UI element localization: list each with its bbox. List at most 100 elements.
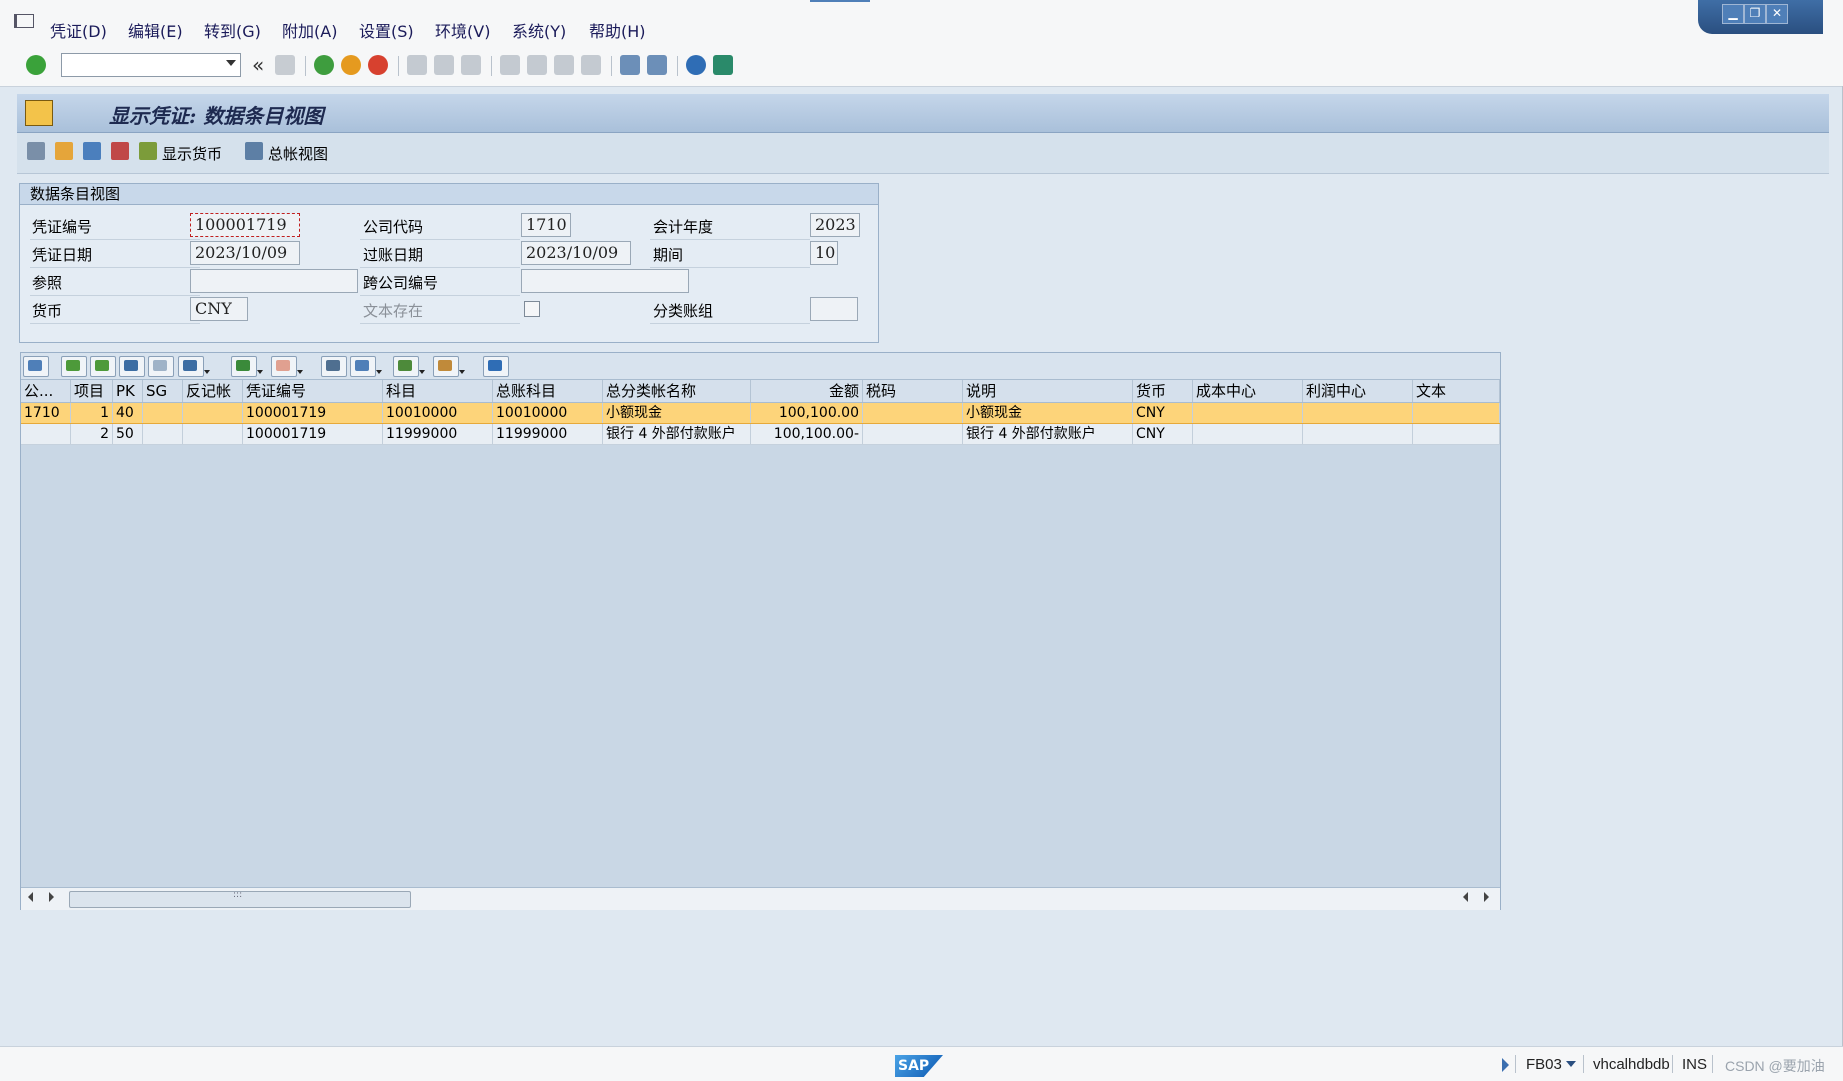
horizontal-scrollbar[interactable]: ::: — [21, 887, 1500, 910]
application-toolbar: 显示货币 总帐视图 — [17, 133, 1829, 174]
scrollbar-thumb[interactable]: ::: — [69, 890, 411, 908]
cell-profit-center — [1303, 424, 1413, 444]
details-icon[interactable] — [23, 356, 49, 377]
doc-date-field[interactable]: 2023/10/09 — [190, 241, 300, 265]
column-header-gl-name[interactable]: 总分类帐名称 — [603, 380, 751, 402]
menu-help[interactable]: 帮助(H) — [589, 18, 646, 42]
menu-voucher[interactable]: 凭证(D) — [50, 18, 107, 42]
menu-settings[interactable]: 设置(S) — [359, 18, 414, 42]
display-change-icon[interactable] — [27, 142, 45, 160]
sum-icon[interactable] — [231, 356, 263, 377]
ledger-group-field[interactable] — [810, 297, 858, 321]
header-icon[interactable] — [111, 142, 129, 160]
column-header-currency[interactable]: 货币 — [1133, 380, 1193, 402]
close-icon[interactable]: ✕ — [1766, 4, 1788, 24]
print-icon[interactable] — [407, 55, 427, 75]
watermark: CSDN @要加油 — [1725, 1058, 1825, 1074]
cell-sg — [143, 403, 183, 423]
find-icon[interactable] — [434, 55, 454, 75]
reference-field[interactable] — [190, 269, 358, 293]
field-underline — [650, 239, 810, 240]
cancel-icon[interactable] — [368, 55, 388, 75]
filter-icon[interactable] — [178, 356, 210, 377]
column-header-sg[interactable]: SG — [143, 380, 183, 402]
transaction-code[interactable]: FB03 — [1526, 1056, 1562, 1073]
gl-view-button[interactable]: 总帐视图 — [268, 143, 328, 164]
last-page-icon[interactable] — [581, 55, 601, 75]
save-icon[interactable] — [275, 55, 295, 75]
exit-icon[interactable] — [341, 55, 361, 75]
column-header-gl-account[interactable]: 总账科目 — [493, 380, 603, 402]
sort-ascending-icon[interactable] — [61, 356, 87, 377]
next-page-icon[interactable] — [554, 55, 574, 75]
menu-extras[interactable]: 附加(A) — [282, 18, 337, 42]
doc-number-label: 凭证编号 — [32, 218, 93, 236]
chevron-down-icon[interactable] — [226, 60, 236, 66]
view-icon[interactable] — [350, 356, 382, 377]
print-icon[interactable] — [321, 356, 347, 377]
customize-layout-icon[interactable] — [713, 55, 733, 75]
find-icon[interactable] — [119, 356, 145, 377]
scroll-left-icon[interactable] — [1463, 892, 1468, 902]
currency-icon[interactable] — [139, 142, 157, 160]
show-currency-button[interactable]: 显示货币 — [162, 143, 222, 164]
help-icon[interactable] — [686, 55, 706, 75]
first-page-icon[interactable] — [500, 55, 520, 75]
restore-icon[interactable]: ❐ — [1744, 4, 1766, 24]
info-icon[interactable] — [483, 356, 509, 377]
previous-page-icon[interactable] — [527, 55, 547, 75]
layout-icon[interactable] — [433, 356, 465, 377]
doc-number-field[interactable]: 100001719 — [190, 213, 300, 237]
column-header-doc-number[interactable]: 凭证编号 — [243, 380, 383, 402]
expand-status-icon[interactable] — [1502, 1058, 1509, 1072]
table-row[interactable]: 2 50 100001719 11999000 11999000 银行 4 外部… — [21, 424, 1500, 445]
document-icon[interactable] — [25, 100, 53, 126]
column-header-text[interactable]: 说明 — [963, 380, 1133, 402]
new-session-icon[interactable] — [620, 55, 640, 75]
insert-mode[interactable]: INS — [1682, 1056, 1707, 1073]
column-header-account[interactable]: 科目 — [383, 380, 493, 402]
menu-system[interactable]: 系统(Y) — [512, 18, 566, 42]
shortcut-icon[interactable] — [647, 55, 667, 75]
currency-field[interactable]: CNY — [190, 297, 248, 321]
session-menu-icon[interactable] — [14, 14, 34, 28]
menu-environment[interactable]: 环境(V) — [435, 18, 490, 42]
column-header-reversal[interactable]: 反记帐 — [183, 380, 243, 402]
text-exists-checkbox[interactable] — [524, 301, 540, 317]
field-underline — [30, 267, 200, 268]
column-header-pk[interactable]: PK — [113, 380, 143, 402]
menu-edit[interactable]: 编辑(E) — [128, 18, 183, 42]
sort-descending-icon[interactable] — [90, 356, 116, 377]
column-header-profit-center[interactable]: 利润中心 — [1303, 380, 1413, 402]
back-icon[interactable] — [314, 55, 334, 75]
enter-check-icon[interactable] — [26, 55, 46, 75]
cell-cost-center — [1193, 424, 1303, 444]
minimize-icon[interactable]: ▁ — [1722, 4, 1744, 24]
scroll-right-icon[interactable] — [49, 892, 54, 902]
back-history-icon[interactable]: « — [252, 53, 264, 77]
export-icon[interactable] — [393, 356, 425, 377]
scroll-right-icon[interactable] — [1484, 892, 1489, 902]
fiscal-year-field[interactable]: 2023 — [810, 213, 860, 237]
find-next-icon[interactable] — [461, 55, 481, 75]
menu-goto[interactable]: 转到(G) — [204, 18, 261, 42]
document-overview-icon[interactable] — [83, 142, 101, 160]
command-field[interactable] — [61, 53, 241, 77]
column-header-tax-code[interactable]: 税码 — [863, 380, 963, 402]
column-header-item[interactable]: 项目 — [71, 380, 113, 402]
column-header-note[interactable]: 文本 — [1413, 380, 1500, 402]
company-code-field[interactable]: 1710 — [521, 213, 571, 237]
intercompany-field[interactable] — [521, 269, 689, 293]
chevron-down-icon[interactable] — [1566, 1061, 1576, 1067]
period-field[interactable]: 10 — [810, 241, 838, 265]
subtotal-icon[interactable] — [271, 356, 303, 377]
other-document-icon[interactable] — [55, 142, 73, 160]
gl-view-icon[interactable] — [245, 142, 263, 160]
scroll-left-icon[interactable] — [28, 892, 33, 902]
find-next-icon[interactable] — [148, 356, 174, 377]
column-header-amount[interactable]: 金额 — [751, 380, 863, 402]
column-header-cost-center[interactable]: 成本中心 — [1193, 380, 1303, 402]
table-row[interactable]: 1710 1 40 100001719 10010000 10010000 小额… — [21, 403, 1500, 424]
posting-date-field[interactable]: 2023/10/09 — [521, 241, 631, 265]
column-header-company[interactable]: 公... — [21, 380, 71, 402]
